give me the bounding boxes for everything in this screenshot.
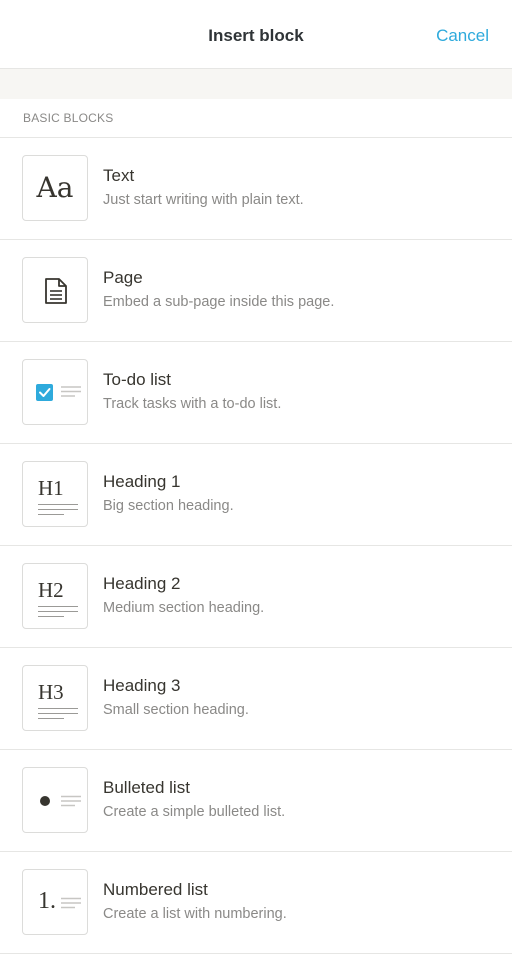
block-description: Small section heading. [103,702,249,718]
header-spacer [0,69,512,99]
section-header-basic-blocks: BASIC BLOCKS [0,99,512,138]
page-document-icon [22,257,88,323]
block-description: Create a simple bulleted list. [103,804,286,820]
block-item-heading-2[interactable]: H2 Heading 2 Medium section heading. [0,546,512,648]
block-title: Heading 1 [103,472,181,491]
block-description: Embed a sub-page inside this page. [103,294,335,310]
heading-2-icon: H2 [22,563,88,629]
block-item-heading-1[interactable]: H1 Heading 1 Big section heading. [0,444,512,546]
block-item-numbered-list[interactable]: 1. Numbered list Create a list with numb… [0,852,512,954]
block-title: Text [103,166,135,185]
block-item-bulleted-list[interactable]: Bulleted list Create a simple bulleted l… [0,750,512,852]
block-description: Big section heading. [103,498,234,514]
block-title: Page [103,268,143,287]
heading-3-icon: H3 [22,665,88,731]
block-title: Numbered list [103,880,208,899]
block-item-text[interactable]: Aa Text Just start writing with plain te… [0,138,512,240]
block-title: Bulleted list [103,778,190,797]
block-title: To-do list [103,370,172,389]
heading-2-glyph: H2 [38,578,64,602]
block-title: Heading 2 [103,574,181,593]
bulleted-list-icon [22,767,88,833]
heading-1-glyph: H1 [38,476,64,500]
block-item-todo-list[interactable]: To-do list Track tasks with a to-do list… [0,342,512,444]
text-aa-glyph: Aa [36,171,74,204]
block-title: Heading 3 [103,676,181,695]
block-description: Medium section heading. [103,600,265,616]
block-description: Just start writing with plain text. [103,192,304,208]
numbered-list-icon: 1. [22,869,88,935]
block-item-heading-3[interactable]: H3 Heading 3 Small section heading. [0,648,512,750]
heading-1-icon: H1 [22,461,88,527]
block-description: Create a list with numbering. [103,906,287,922]
block-list: Aa Text Just start writing with plain te… [0,138,512,954]
checkbox-list-icon [22,359,88,425]
heading-3-glyph: H3 [38,680,64,704]
block-item-page[interactable]: Page Embed a sub-page inside this page. [0,240,512,342]
modal-header: Insert block Cancel [0,0,512,69]
block-description: Track tasks with a to-do list. [103,396,282,412]
text-aa-icon: Aa [22,155,88,221]
cancel-button[interactable]: Cancel [436,0,489,72]
